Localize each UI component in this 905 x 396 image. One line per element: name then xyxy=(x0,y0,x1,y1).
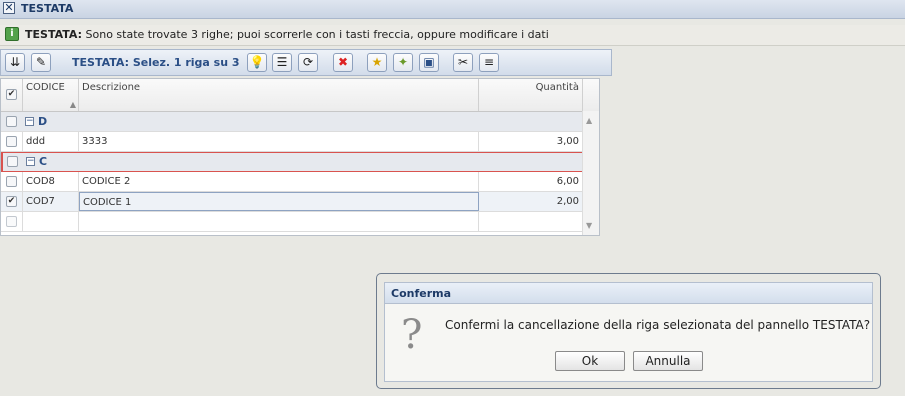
row-checkbox[interactable] xyxy=(6,136,17,147)
refresh-icon[interactable]: ⟳ xyxy=(298,53,318,72)
lightbulb-icon[interactable]: 💡 xyxy=(247,53,267,72)
confirm-dialog: Conferma ? Confermi la cancellazione del… xyxy=(376,273,881,389)
cell-quantita: 6,00 xyxy=(479,172,583,191)
status-panel-name: TESTATA: xyxy=(25,28,83,41)
cell-codice: ddd xyxy=(23,132,79,151)
scroll-up-icon[interactable]: ▲ xyxy=(586,116,592,125)
row-checkbox[interactable] xyxy=(6,176,17,187)
save-icon[interactable]: ▣ xyxy=(419,53,439,72)
data-grid: ✔ CODICE ▲ Descrizione Quantità − D ddd … xyxy=(0,78,600,236)
cell-quantita: 3,00 xyxy=(479,132,583,151)
dialog-message: Confermi la cancellazione della riga sel… xyxy=(445,318,871,332)
column-header-codice[interactable]: CODICE ▲ xyxy=(23,79,79,111)
table-row[interactable]: ddd 3333 3,00 xyxy=(1,132,583,152)
layout-icon[interactable]: ≡ xyxy=(479,53,499,72)
group-row-d[interactable]: − D xyxy=(1,112,583,132)
table-row-selected[interactable]: ✔ COD7 CODICE 1 2,00 xyxy=(1,192,583,212)
column-label-codice: CODICE xyxy=(26,82,65,93)
info-icon: i xyxy=(5,27,19,41)
ok-button[interactable]: Ok xyxy=(555,351,625,371)
toolbar-title: TESTATA: Selez. 1 riga su 3 xyxy=(72,56,240,69)
scroll-down-icon[interactable]: ▼ xyxy=(586,221,592,230)
grid-header: ✔ CODICE ▲ Descrizione Quantità xyxy=(1,79,599,112)
question-icon: ? xyxy=(401,312,423,358)
row-checkbox[interactable] xyxy=(6,216,17,227)
column-header-descrizione[interactable]: Descrizione xyxy=(79,79,479,111)
close-icon[interactable]: ✕ xyxy=(3,2,15,14)
star-add-icon[interactable]: ✦ xyxy=(393,53,413,72)
testata-panel: ⇊ ✎ TESTATA: Selez. 1 riga su 3 💡 ☰ ⟳ ✖ … xyxy=(0,49,612,236)
row-checkbox[interactable] xyxy=(6,116,17,127)
cell-codice: COD8 xyxy=(23,172,79,191)
collapse-group-icon[interactable]: − xyxy=(25,117,34,126)
dialog-title: Conferma xyxy=(391,287,452,300)
cell-codice xyxy=(23,212,79,231)
status-line: i TESTATA: Sono state trovate 3 righe; p… xyxy=(0,25,905,46)
table-row-empty[interactable] xyxy=(1,212,583,232)
table-row[interactable]: COD8 CODICE 2 6,00 xyxy=(1,172,583,192)
vertical-scrollbar[interactable]: ▲ ▼ xyxy=(582,111,599,235)
star-icon[interactable]: ★ xyxy=(367,53,387,72)
window-title: TESTATA xyxy=(21,2,74,15)
sort-icon[interactable]: ▲ xyxy=(70,100,76,109)
cell-descrizione xyxy=(79,212,479,231)
status-text: Sono state trovate 3 righe; puoi scorrer… xyxy=(85,28,549,41)
column-header-quantita[interactable]: Quantità xyxy=(479,79,583,111)
cell-descrizione[interactable]: CODICE 1 xyxy=(79,192,479,211)
panel-toolbar: ⇊ ✎ TESTATA: Selez. 1 riga su 3 💡 ☰ ⟳ ✖ … xyxy=(0,49,612,76)
row-checkbox[interactable] xyxy=(7,156,18,167)
cell-descrizione: 3333 xyxy=(79,132,479,151)
export-icon[interactable]: ✂ xyxy=(453,53,473,72)
collapse-group-icon[interactable]: − xyxy=(26,157,35,166)
cancel-button[interactable]: Annulla xyxy=(633,351,703,371)
dialog-body: Conferma ? Confermi la cancellazione del… xyxy=(384,282,873,382)
group-label: D xyxy=(38,115,48,128)
delete-icon[interactable]: ✖ xyxy=(333,53,353,72)
window-titlebar: ✕ TESTATA xyxy=(0,0,905,19)
dialog-header: Conferma xyxy=(385,283,872,304)
row-checkbox-checked[interactable]: ✔ xyxy=(6,196,17,207)
cell-codice: COD7 xyxy=(23,192,79,211)
list-icon[interactable]: ☰ xyxy=(272,53,292,72)
cell-quantita: 2,00 xyxy=(479,192,583,211)
cell-quantita xyxy=(479,212,583,231)
cell-descrizione: CODICE 2 xyxy=(79,172,479,191)
group-row-c[interactable]: − C xyxy=(1,152,583,172)
column-label-quantita: Quantità xyxy=(535,82,579,93)
select-all-checkbox[interactable]: ✔ xyxy=(6,89,17,100)
group-label: C xyxy=(39,155,48,168)
collapse-icon[interactable]: ⇊ xyxy=(5,53,25,72)
header-select-all: ✔ xyxy=(1,79,23,111)
edit-icon[interactable]: ✎ xyxy=(31,53,51,72)
status-message: TESTATA: Sono state trovate 3 righe; puo… xyxy=(25,28,549,41)
column-label-descrizione: Descrizione xyxy=(82,82,141,93)
